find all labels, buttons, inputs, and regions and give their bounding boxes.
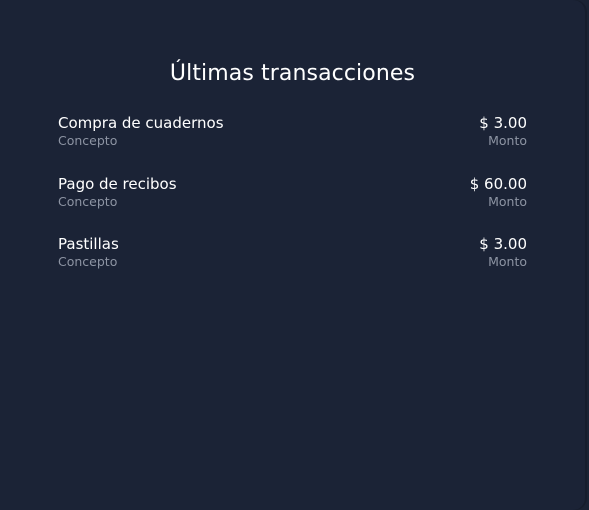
transaction-row: Pago de recibos Concepto $ 60.00 Monto	[58, 174, 527, 235]
amount-label: Monto	[488, 254, 527, 269]
transaction-row: Pastillas Concepto $ 3.00 Monto	[58, 234, 527, 295]
concept-label: Concepto	[58, 193, 118, 209]
concept-label: Concepto	[58, 133, 118, 148]
transaction-amount: $ 60.00	[469, 174, 527, 193]
panel-title: Últimas transacciones	[169, 61, 416, 86]
transactions-panel: Últimas transacciones Compra de cuaderno…	[0, 0, 585, 510]
transaction-concept: Pago de recibos	[58, 174, 177, 193]
amount-label: Monto	[488, 133, 527, 148]
concept-label: Concepto	[58, 254, 118, 269]
transaction-amount: $ 3.00	[479, 114, 527, 132]
amount-label: Monto	[488, 193, 527, 209]
transaction-amount: $ 3.00	[479, 235, 527, 253]
transaction-row: Compra de cuadernos Concepto $ 3.00 Mont…	[58, 113, 527, 174]
transactions-list: Compra de cuadernos Concepto $ 3.00 Mont…	[58, 113, 527, 295]
transaction-concept: Compra de cuadernos	[58, 114, 224, 132]
transaction-concept: Pastillas	[58, 235, 119, 253]
